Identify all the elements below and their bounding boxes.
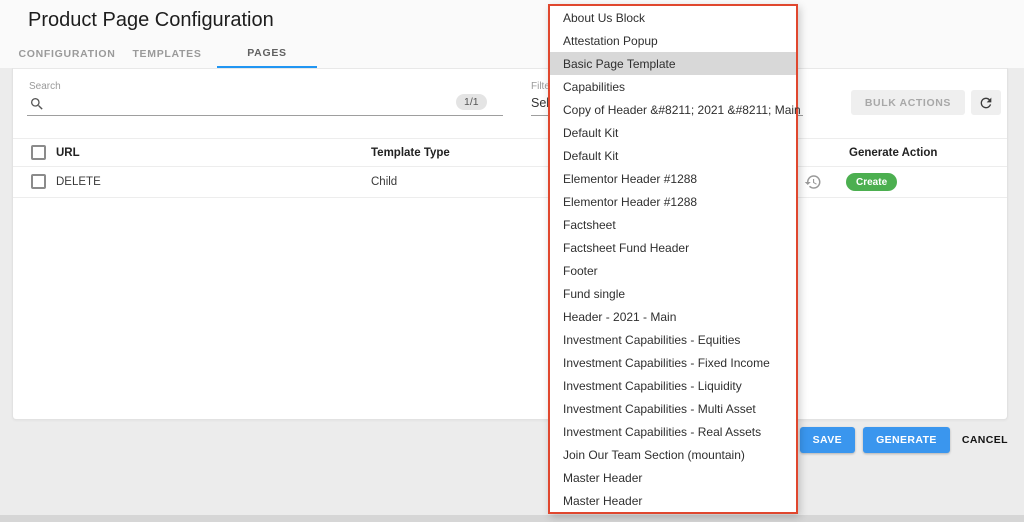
search-icon [31,98,43,110]
dropdown-item[interactable]: Factsheet [550,213,796,236]
column-header-template-type: Template Type [371,147,450,159]
pages-panel: Search 1/1 Filter by Select BULK ACTIONS… [12,68,1008,420]
page-title: Product Page Configuration [28,9,274,31]
dropdown-item[interactable]: Factsheet Fund Header [550,236,796,259]
dropdown-item[interactable]: Footer [550,259,796,282]
dropdown-item[interactable]: Header - 2021 - Main [550,305,796,328]
search-label: Search [29,81,61,92]
tab-templates[interactable]: TEMPLATES [117,40,217,68]
dropdown-item[interactable]: Master Header [550,466,796,489]
table-header-row: URL Template Type Generate Action [13,138,1007,167]
column-header-url: URL [56,147,80,159]
dropdown-item[interactable]: Investment Capabilities - Multi Asset [550,397,796,420]
dropdown-item[interactable]: Copy of Header &#8211; 2021 &#8211; Main [550,98,801,121]
row-template-type-cell: Child [371,176,398,188]
dropdown-item[interactable]: Elementor Header #1288 [550,167,796,190]
dropdown-item[interactable]: Attestation Popup [550,29,796,52]
dropdown-item[interactable]: Default Kit [550,121,796,144]
tab-pages[interactable]: PAGES [217,40,317,68]
table-row: DELETE Child Create [13,167,1007,198]
create-button[interactable]: Create [846,173,898,191]
generate-button[interactable]: GENERATE [863,427,950,453]
dropdown-item[interactable]: Join Our Team Section (mountain) [550,443,796,466]
template-dropdown: About Us Block Attestation Popup Basic Pag… [548,4,801,514]
row-checkbox[interactable] [31,174,46,189]
column-header-generate-action: Generate Action [849,147,938,159]
tab-bar: CONFIGURATION TEMPLATES PAGES [17,40,317,68]
refresh-icon [980,97,992,108]
save-button[interactable]: SAVE [799,427,856,453]
search-field[interactable] [27,95,503,116]
dropdown-item[interactable]: Capabilities [550,75,796,98]
page-header: Product Page Configuration CONFIGURATION… [0,0,1024,68]
row-url-cell: DELETE [56,176,101,188]
select-all-checkbox[interactable] [31,145,46,160]
refresh-button[interactable] [971,90,1001,115]
history-icon[interactable] [804,173,822,191]
dropdown-item[interactable]: About Us Block [550,6,796,29]
footer-actions: SAVE GENERATE CANCEL [799,427,1008,453]
tab-configuration[interactable]: CONFIGURATION [17,40,117,68]
bulk-actions-button[interactable]: BULK ACTIONS [850,90,965,115]
window-bottom-edge [0,515,1024,522]
search-result-count: 1/1 [456,94,487,110]
dropdown-item[interactable]: Investment Capabilities - Real Assets [550,420,796,443]
cancel-button[interactable]: CANCEL [962,434,1008,446]
search-input[interactable] [51,98,503,112]
dropdown-item[interactable]: Investment Capabilities - Equities [550,328,796,351]
dropdown-item[interactable]: Master Header [550,489,796,512]
dropdown-item[interactable]: Investment Capabilities - Fixed Income [550,351,796,374]
dropdown-item[interactable]: Basic Page Template [550,52,796,75]
dropdown-item[interactable]: Investment Capabilities - Liquidity [550,374,796,397]
dropdown-item[interactable]: Elementor Header #1288 [550,190,796,213]
dropdown-item[interactable]: Default Kit [550,144,796,167]
dropdown-item[interactable]: Fund single [550,282,796,305]
